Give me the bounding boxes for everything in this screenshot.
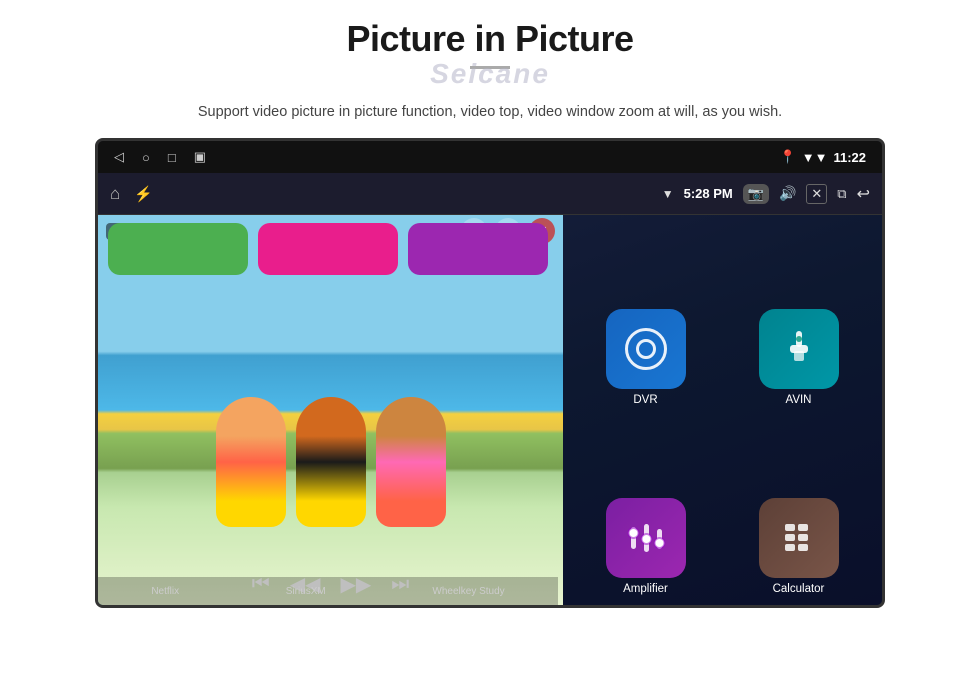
app-topbar: ⌂ ⚡ ▼ 5:28 PM 📷 🔊 ✕ ⧉ ↩ xyxy=(98,173,882,215)
volume-icon[interactable]: 🔊 xyxy=(779,185,796,202)
avin-label: AVIN xyxy=(786,394,812,406)
avin-app-item[interactable]: AVIN xyxy=(727,225,870,406)
app-row-2: Amplifier xyxy=(574,414,870,595)
topbar-time: 5:28 PM xyxy=(684,186,733,201)
dvr-inner-ring xyxy=(636,339,656,359)
wheelkey-partial-icon[interactable] xyxy=(408,223,548,275)
netflix-partial-icon[interactable] xyxy=(108,223,248,275)
page-subtitle: Support video picture in picture functio… xyxy=(130,101,850,124)
top-partial-app-row xyxy=(98,215,558,275)
topbar-left-icons: ⌂ ⚡ xyxy=(110,184,153,204)
dvr-icon-box xyxy=(606,309,686,389)
back-arrow-icon[interactable]: ↩ xyxy=(857,184,870,204)
close-x-icon[interactable]: ✕ xyxy=(806,184,827,204)
watermark: Seicane xyxy=(430,58,550,90)
nav-home-icon[interactable]: ○ xyxy=(142,150,150,165)
left-app-labels: Netflix SiriusXM Wheelkey Study xyxy=(98,577,558,605)
avin-svg-icon xyxy=(780,329,818,369)
netflix-label: Netflix xyxy=(151,586,179,597)
android-statusbar: ◁ ○ □ ▣ 📍 ▼▼ 11:22 xyxy=(98,141,882,173)
page-container: Picture in Picture Seicane Support video… xyxy=(0,0,980,687)
wifi-icon: ▼▼ xyxy=(802,150,828,165)
app-grid: DVR AVIN xyxy=(562,215,882,605)
home-icon[interactable]: ⌂ xyxy=(110,184,120,204)
topbar-right-area: ▼ 5:28 PM 📷 🔊 ✕ ⧉ ↩ xyxy=(662,184,870,204)
nav-recent-icon[interactable]: □ xyxy=(168,150,176,165)
siriusxm-label: SiriusXM xyxy=(286,586,326,597)
status-time: 11:22 xyxy=(833,150,866,165)
statusbar-nav: ◁ ○ □ ▣ xyxy=(114,149,206,165)
calculator-label: Calculator xyxy=(773,583,825,595)
app-row-1: DVR AVIN xyxy=(574,225,870,406)
dvr-circle-icon xyxy=(625,328,667,370)
camera-icon[interactable]: 📷 xyxy=(743,184,769,204)
figure-2 xyxy=(296,397,366,527)
nav-app-icon[interactable]: ▣ xyxy=(194,149,206,165)
header-section: Picture in Picture Seicane Support video… xyxy=(0,0,980,124)
amplifier-app-item[interactable]: Amplifier xyxy=(574,414,717,595)
usb-icon: ⚡ xyxy=(134,185,153,203)
nav-back-icon[interactable]: ◁ xyxy=(114,149,124,165)
amplifier-icon-box xyxy=(606,498,686,578)
amplifier-label: Amplifier xyxy=(623,583,668,595)
siriusxm-partial-icon[interactable] xyxy=(258,223,398,275)
pip-window-icon[interactable]: ⧉ xyxy=(837,186,846,202)
statusbar-indicators: 📍 ▼▼ 11:22 xyxy=(780,149,866,165)
calculator-app-item[interactable]: Calculator xyxy=(727,414,870,595)
wifi-signal-icon: ▼ xyxy=(662,187,674,201)
calculator-icon-box xyxy=(759,498,839,578)
page-title: Picture in Picture xyxy=(0,18,980,60)
figure-3 xyxy=(376,397,446,527)
avin-icon-box xyxy=(759,309,839,389)
device-frame: ◁ ○ □ ▣ 📍 ▼▼ 11:22 ⌂ ⚡ ▼ 5:28 PM 📷 🔊 xyxy=(95,138,885,608)
android-content: ▶ — + ✕ ⏮ ◀◀ ▶▶ ⏭ xyxy=(98,215,882,605)
figure-1 xyxy=(216,397,286,527)
calculator-grid-icon xyxy=(779,519,819,557)
wheelkey-label: Wheelkey Study xyxy=(432,586,504,597)
video-figures xyxy=(121,293,540,527)
location-icon: 📍 xyxy=(780,149,796,165)
amplifier-sliders-icon xyxy=(626,519,666,557)
title-divider xyxy=(470,66,510,69)
dvr-app-item[interactable]: DVR xyxy=(574,225,717,406)
dvr-label: DVR xyxy=(633,394,657,406)
